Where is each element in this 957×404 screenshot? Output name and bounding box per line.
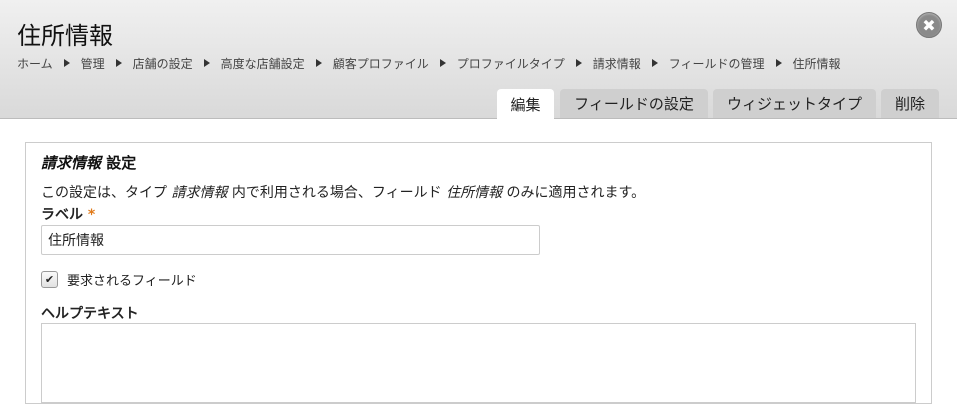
page-header: 住所情報 ✖ ホーム 管理 店舗の設定 高度な店舗設定 顧客プロファイル プロフ… — [0, 0, 957, 119]
tab-delete[interactable]: 削除 — [881, 89, 939, 118]
help-text-label: ヘルプテキスト — [41, 306, 139, 322]
breadcrumb-current: 住所情報 — [792, 56, 841, 71]
legend-suffix: 設定 — [101, 154, 137, 172]
breadcrumb-store-settings[interactable]: 店舗の設定 — [133, 55, 193, 72]
required-checkbox[interactable]: ✔ — [41, 271, 58, 288]
breadcrumb-arrow-icon — [115, 59, 122, 67]
checkmark-icon: ✔ — [44, 273, 55, 286]
settings-description: この設定は、タイプ 請求情報 内で利用される場合、フィールド 住所情報 のみに適… — [41, 182, 645, 202]
fieldset-legend: 請求情報 設定 — [41, 152, 136, 173]
tab-bar: 編集 フィールドの設定 ウィジェットタイプ 削除 — [0, 89, 957, 119]
label-title: ラベル — [41, 207, 83, 223]
breadcrumb-manage-fields[interactable]: フィールドの管理 — [669, 55, 765, 72]
page-title: 住所情報 — [17, 22, 113, 50]
close-icon[interactable]: ✖ — [916, 12, 942, 38]
breadcrumb-arrow-icon — [439, 59, 446, 67]
breadcrumb-profile-types[interactable]: プロファイルタイプ — [457, 55, 565, 72]
desc-text: 内で利用される場合、フィールド — [227, 185, 447, 201]
tab-field-settings[interactable]: フィールドの設定 — [560, 89, 708, 118]
required-checkbox-label[interactable]: 要求されるフィールド — [67, 270, 197, 289]
breadcrumb-home[interactable]: ホーム — [17, 55, 53, 72]
breadcrumb-arrow-icon — [315, 59, 322, 67]
help-text-textarea[interactable] — [41, 323, 916, 403]
desc-bundle: 請求情報 — [171, 185, 228, 201]
breadcrumb-arrow-icon — [63, 59, 70, 67]
desc-text: この設定は、タイプ — [41, 185, 172, 201]
legend-bundle: 請求情報 — [41, 154, 102, 172]
breadcrumb: ホーム 管理 店舗の設定 高度な店舗設定 顧客プロファイル プロファイルタイプ … — [17, 55, 841, 71]
breadcrumb-arrow-icon — [775, 59, 782, 67]
label-field-label: ラベル * — [41, 204, 95, 224]
breadcrumb-advanced-store-settings[interactable]: 高度な店舗設定 — [221, 55, 305, 72]
breadcrumb-arrow-icon — [575, 59, 582, 67]
desc-text: のみに適用されます。 — [502, 185, 646, 201]
settings-fieldset: 請求情報 設定 この設定は、タイプ 請求情報 内で利用される場合、フィールド 住… — [25, 142, 932, 404]
required-marker: * — [87, 207, 96, 223]
breadcrumb-billing-info[interactable]: 請求情報 — [593, 55, 641, 72]
close-glyph: ✖ — [922, 15, 936, 35]
breadcrumb-arrow-icon — [203, 59, 210, 67]
breadcrumb-arrow-icon — [651, 59, 658, 67]
desc-field: 住所情報 — [446, 185, 503, 201]
required-field-row: ✔ 要求されるフィールド — [41, 270, 197, 289]
breadcrumb-customer-profiles[interactable]: 顧客プロファイル — [333, 55, 429, 72]
breadcrumb-admin[interactable]: 管理 — [81, 55, 105, 72]
label-input[interactable] — [41, 225, 540, 255]
tab-edit[interactable]: 編集 — [497, 89, 554, 119]
tab-widget-type[interactable]: ウィジェットタイプ — [713, 89, 876, 118]
